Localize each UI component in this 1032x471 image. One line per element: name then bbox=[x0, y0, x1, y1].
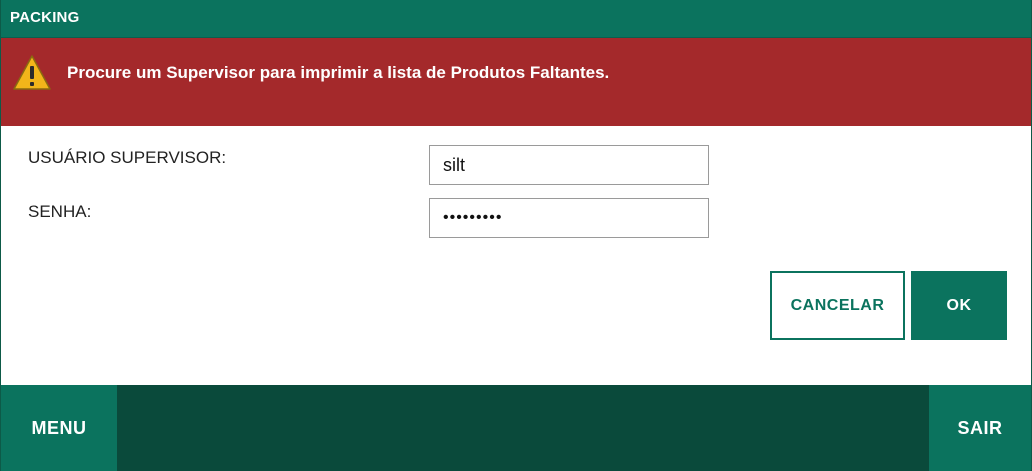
exit-button[interactable]: SAIR bbox=[929, 385, 1031, 471]
password-label: SENHA: bbox=[28, 202, 92, 221]
alert-banner: Procure um Supervisor para imprimir a li… bbox=[1, 38, 1031, 126]
supervisor-user-input[interactable] bbox=[429, 145, 709, 185]
ok-button[interactable]: OK bbox=[911, 271, 1007, 340]
title-bar: PACKING bbox=[1, 0, 1031, 38]
cancel-button[interactable]: CANCELAR bbox=[770, 271, 905, 340]
warning-icon bbox=[13, 55, 51, 90]
supervisor-user-label: USUÁRIO SUPERVISOR: bbox=[28, 148, 227, 167]
menu-button[interactable]: MENU bbox=[1, 385, 117, 471]
packing-dialog: PACKING Procure um Supervisor para impri… bbox=[0, 0, 1032, 471]
password-input[interactable] bbox=[429, 198, 709, 238]
bottom-navigation-bar: MENU SAIR bbox=[1, 385, 1031, 471]
window-title: PACKING bbox=[10, 9, 80, 26]
alert-message: Procure um Supervisor para imprimir a li… bbox=[67, 63, 610, 82]
